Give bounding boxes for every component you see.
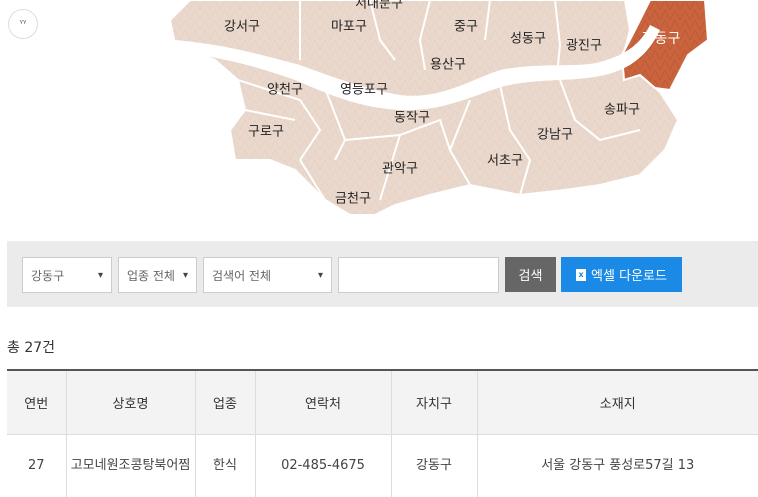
site-logo[interactable]: ᵞᵞ bbox=[8, 9, 38, 39]
result-count-prefix: 총 bbox=[7, 340, 20, 356]
district-label-gangdong[interactable]: 강동구 bbox=[642, 28, 681, 48]
district-label-yangcheon[interactable]: 양천구 bbox=[267, 79, 303, 98]
chevron-down-icon: ▾ bbox=[183, 270, 188, 281]
category-select[interactable]: 업종 전체 ▾ bbox=[118, 257, 197, 293]
district-label-seocho[interactable]: 서초구 bbox=[487, 150, 523, 169]
category-select-value: 업종 전체 bbox=[127, 267, 175, 284]
district-label-dongjak[interactable]: 동작구 bbox=[394, 107, 430, 126]
district-label-yeongdeungpo[interactable]: 영등포구 bbox=[340, 79, 388, 98]
logo-icon: ᵞᵞ bbox=[20, 19, 27, 29]
col-header-no: 연번 bbox=[7, 370, 66, 435]
district-label-gangseo[interactable]: 강서구 bbox=[224, 16, 260, 35]
district-label-gwangjin[interactable]: 광진구 bbox=[566, 35, 602, 54]
keyword-input[interactable] bbox=[338, 257, 499, 293]
col-header-category: 업종 bbox=[195, 370, 255, 435]
keyword-type-select-value: 검색어 전체 bbox=[212, 267, 271, 284]
chevron-down-icon: ▾ bbox=[98, 270, 103, 281]
district-label-gangnam[interactable]: 강남구 bbox=[537, 124, 573, 143]
search-bar: 강동구 ▾ 업종 전체 ▾ 검색어 전체 ▾ 검색 x 엑셀 다운로드 bbox=[7, 241, 758, 307]
excel-download-button[interactable]: x 엑셀 다운로드 bbox=[561, 257, 682, 292]
result-count-number: 27 bbox=[24, 340, 42, 356]
table-header-row: 연번 상호명 업종 연락처 자치구 소재지 bbox=[7, 370, 758, 435]
seoul-district-map: 서대문구 강서구 마포구 중구 성동구 광진구 강동구 용산구 양천구 영등포구… bbox=[0, 0, 758, 240]
district-label-jung[interactable]: 중구 bbox=[454, 16, 478, 35]
district-label-geumcheon[interactable]: 금천구 bbox=[335, 188, 371, 207]
result-count: 총 27건 bbox=[7, 337, 55, 357]
excel-file-icon: x bbox=[576, 269, 586, 281]
district-select-value: 강동구 bbox=[31, 267, 64, 284]
district-label-gwanak[interactable]: 관악구 bbox=[382, 158, 418, 177]
result-count-suffix: 건 bbox=[42, 340, 55, 356]
col-header-address: 소재지 bbox=[477, 370, 758, 435]
district-label-songpa[interactable]: 송파구 bbox=[604, 99, 640, 118]
district-label-seongdong[interactable]: 성동구 bbox=[510, 28, 546, 47]
results-table: 연번 상호명 업종 연락처 자치구 소재지 27 고모네원조콩탕북어찜 한식 0… bbox=[7, 369, 758, 497]
district-select[interactable]: 강동구 ▾ bbox=[22, 257, 112, 293]
chevron-down-icon: ▾ bbox=[318, 270, 323, 281]
col-header-name: 상호명 bbox=[66, 370, 195, 435]
col-header-phone: 연락처 bbox=[255, 370, 391, 435]
district-label-mapo[interactable]: 마포구 bbox=[331, 16, 367, 35]
search-button[interactable]: 검색 bbox=[505, 257, 556, 292]
keyword-type-select[interactable]: 검색어 전체 ▾ bbox=[203, 257, 332, 293]
excel-download-label: 엑셀 다운로드 bbox=[591, 265, 667, 284]
col-header-district: 자치구 bbox=[391, 370, 477, 435]
district-label-seodaemun[interactable]: 서대문구 bbox=[355, 0, 403, 12]
district-label-yongsan[interactable]: 용산구 bbox=[430, 54, 466, 73]
district-label-guro[interactable]: 구로구 bbox=[248, 121, 284, 140]
